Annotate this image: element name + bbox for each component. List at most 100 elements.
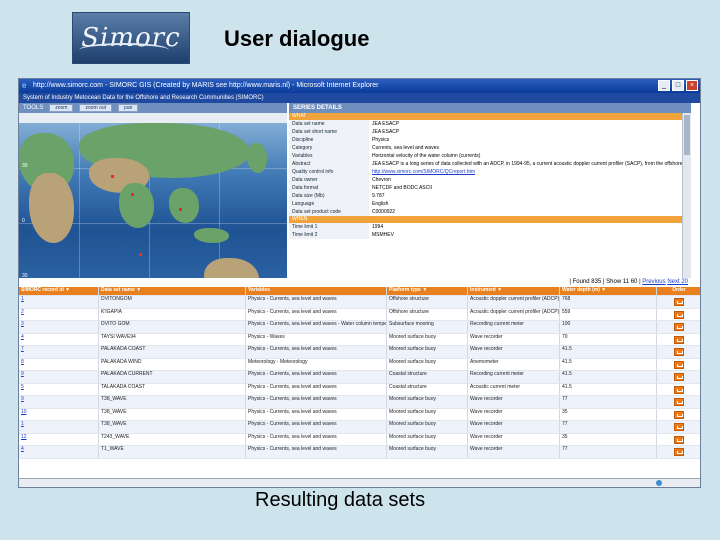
detail-rows: Data set name JEA ESACP Data set short nam…: [289, 120, 691, 216]
record-id-link[interactable]: 12: [19, 433, 99, 445]
detail-value: JEA ESACP is a long series of data colle…: [372, 161, 691, 167]
order-cart-icon[interactable]: [674, 435, 684, 444]
detail-row: Data set product code C0000922: [289, 208, 691, 216]
table-row: 5 TALAKADA COAST Physics - Currents, sea l…: [19, 383, 700, 396]
order-cart-icon[interactable]: [674, 385, 684, 394]
browser-statusbar: [19, 478, 700, 487]
order-cell: [657, 371, 700, 383]
record-id-link[interactable]: 8: [19, 358, 99, 370]
table-row: 9 T38_WAVE Physics - Currents, sea level a…: [19, 396, 700, 409]
column-header[interactable]: SIMORC record id ▼: [19, 287, 99, 295]
minimize-button[interactable]: _: [658, 80, 670, 91]
detail-link[interactable]: http://www.simorc.com/SIMORC/QCreport.ht…: [369, 168, 691, 176]
table-cell: Acoustic doppler current profiler (ADCP): [468, 308, 560, 320]
record-id-link[interactable]: 1: [19, 421, 99, 433]
order-cell: [657, 409, 700, 421]
table-cell: Physics - Currents, sea level and waves: [246, 421, 387, 433]
detail-value: NETCDF and BODC ASCII: [372, 185, 433, 191]
record-id-link[interactable]: 9: [19, 396, 99, 408]
table-header-row: SIMORC record id ▼ Data set name ▼ Variabl…: [19, 287, 700, 296]
detail-row: Time limit 2 MSMHEV: [289, 231, 691, 239]
detail-value: MSMHEV: [372, 232, 394, 238]
table-row: 2 K'IGAPIA Physics - Currents, sea level a…: [19, 308, 700, 321]
column-header[interactable]: Data set name ▼: [99, 287, 246, 295]
table-cell: Physics - Waves: [246, 333, 387, 345]
order-cart-icon[interactable]: [674, 298, 684, 306]
table-cell: Moored surface buoy: [387, 346, 468, 358]
order-cart-icon[interactable]: [674, 398, 684, 406]
table-cell: Physics - Currents, sea level and waves: [246, 433, 387, 445]
table-cell: Offshore structure: [387, 296, 468, 308]
pan-button[interactable]: pan: [118, 104, 139, 112]
table-cell: PALAKADA COAST: [99, 346, 246, 358]
detail-key: Quality control info: [289, 168, 369, 176]
table-row: 1 T38_WAVE Physics - Currents, sea level a…: [19, 421, 700, 434]
table-cell: Offshore structure: [387, 308, 468, 320]
column-header[interactable]: Platform type ▼: [387, 287, 468, 295]
order-cart-icon[interactable]: [674, 373, 684, 381]
order-cart-icon[interactable]: [674, 310, 684, 319]
detail-value: JEA ESACP: [372, 129, 400, 135]
simorc-logo: Simorc: [72, 12, 190, 64]
column-header[interactable]: Instrument ▼: [468, 287, 560, 295]
record-id-link[interactable]: 4: [19, 446, 99, 458]
order-cell: [657, 334, 700, 346]
map-marker[interactable]: [179, 208, 182, 211]
detail-key: Data owner: [289, 176, 369, 184]
detail-value: C0000922: [372, 209, 396, 215]
table-row: 12 T243_WAVE Physics - Currents, sea level…: [19, 433, 700, 446]
record-id-link[interactable]: 10: [19, 408, 99, 420]
order-cart-icon[interactable]: [674, 335, 684, 344]
logo-swoosh: [79, 43, 169, 57]
detail-row: Data set short name JEA ESACP: [289, 128, 691, 136]
landmass-indonesia: [194, 228, 229, 243]
column-header: Variables: [246, 287, 387, 295]
order-cart-icon[interactable]: [674, 410, 684, 419]
record-id-link[interactable]: 5: [19, 383, 99, 395]
order-cell: [657, 296, 700, 308]
zoom-in-button[interactable]: zoom: [49, 104, 74, 112]
order-cart-icon[interactable]: [674, 348, 684, 356]
map-marker[interactable]: [111, 175, 114, 178]
record-id-link[interactable]: 4: [19, 333, 99, 345]
map-marker[interactable]: [139, 253, 142, 256]
table-cell: T38_WAVE: [99, 421, 246, 433]
column-header[interactable]: Water depth (m) ▼: [560, 287, 657, 295]
order-cart-icon[interactable]: [674, 423, 684, 431]
maximize-button[interactable]: □: [672, 80, 684, 91]
table-cell: Moored surface buoy: [387, 421, 468, 433]
map-marker[interactable]: [131, 193, 134, 196]
order-cart-icon[interactable]: [674, 323, 684, 331]
record-id-link[interactable]: 1: [19, 296, 99, 308]
detail-row: Variables Horizontal velocity of the wate…: [289, 152, 691, 160]
table-cell: T38_WAVE: [99, 408, 246, 420]
detail-value: 9.787: [372, 193, 385, 199]
detail-row: Time limit 1 1994: [289, 223, 691, 231]
table-cell: 77: [560, 421, 657, 433]
close-button[interactable]: ×: [686, 80, 698, 91]
record-id-link[interactable]: 7: [19, 346, 99, 358]
table-cell: K'IGAPIA: [99, 308, 246, 320]
detail-value: JEA ESACP: [372, 121, 400, 127]
record-id-link[interactable]: 2: [19, 308, 99, 320]
pager-previous[interactable]: Previous: [642, 279, 665, 285]
detail-key: Data format: [289, 184, 369, 192]
scrollbar-thumb[interactable]: [684, 115, 690, 155]
table-cell: Moored surface buoy: [387, 408, 468, 420]
order-cart-icon[interactable]: [674, 448, 684, 456]
table-cell: DVITO GOM: [99, 321, 246, 333]
order-cart-icon[interactable]: [674, 360, 684, 369]
lat-label: 30: [22, 163, 28, 169]
table-cell: T38_WAVE: [99, 396, 246, 408]
table-cell: T243_WAVE: [99, 433, 246, 445]
detail-value: Physics: [372, 137, 390, 143]
order-cell: [657, 421, 700, 433]
table-cell: 768: [560, 296, 657, 308]
pager-next[interactable]: Next 20: [667, 279, 688, 285]
record-id-link[interactable]: 9: [19, 371, 99, 383]
slide-title: User dialogue: [224, 26, 370, 51]
table-cell: Wave recorder: [468, 408, 560, 420]
window-controls: _ □ ×: [658, 80, 698, 91]
record-id-link[interactable]: 3: [19, 321, 99, 333]
zoom-out-button[interactable]: zoom out: [79, 104, 113, 112]
